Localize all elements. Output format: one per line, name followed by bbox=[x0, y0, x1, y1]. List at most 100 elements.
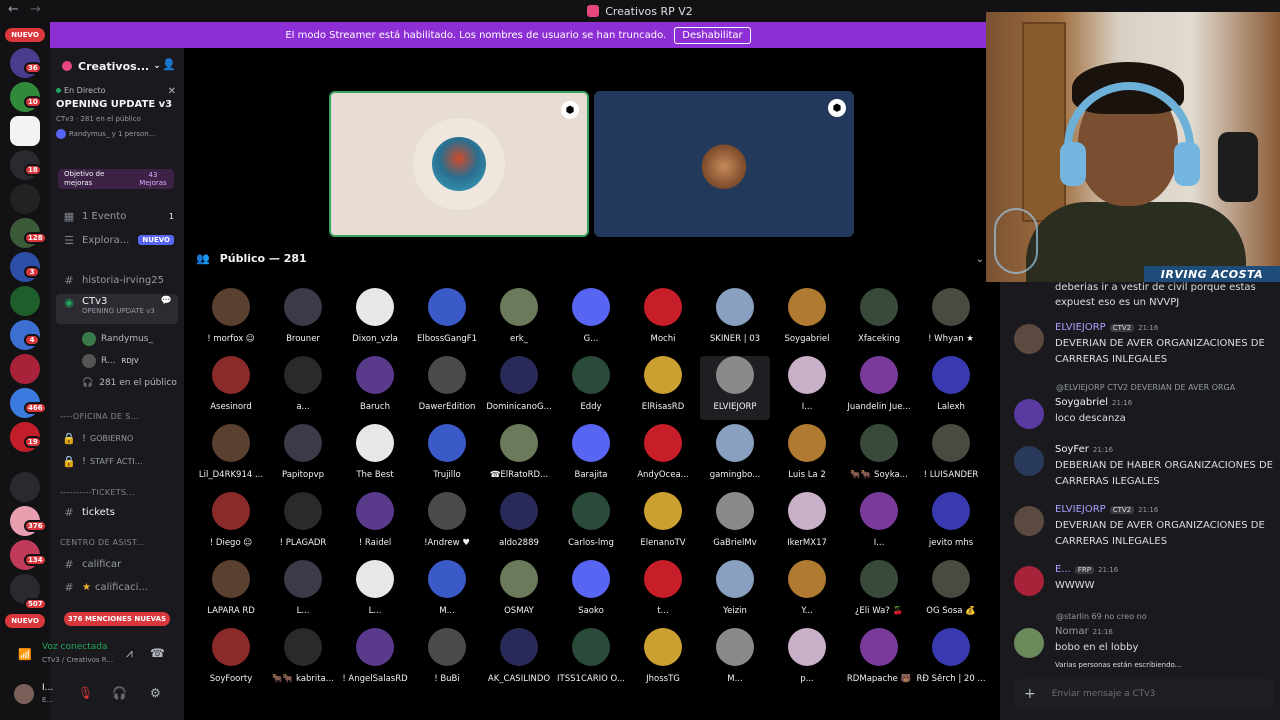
audience-member[interactable]: Dixon_vzla bbox=[340, 288, 410, 352]
audience-member[interactable]: a... bbox=[268, 356, 338, 420]
audience-member[interactable]: ! morfox ☺ bbox=[196, 288, 266, 352]
avatar[interactable] bbox=[1014, 506, 1044, 536]
avatar[interactable] bbox=[1014, 324, 1044, 354]
audience-member[interactable]: Trujillo bbox=[412, 424, 482, 488]
add-user-icon[interactable]: 👤 bbox=[162, 58, 176, 71]
author-name[interactable]: E... bbox=[1055, 564, 1071, 575]
audience-member[interactable]: p... bbox=[772, 628, 842, 692]
avatar[interactable] bbox=[1014, 446, 1044, 476]
author-name[interactable]: Soygabriel bbox=[1055, 397, 1108, 408]
live-event-card[interactable]: En Directo OPENING UPDATE v3 CTv3 · 281 … bbox=[56, 86, 178, 154]
avatar[interactable] bbox=[1014, 566, 1044, 596]
avatar[interactable] bbox=[1014, 628, 1044, 658]
audience-member[interactable]: Lil_D4RK914 ... bbox=[196, 424, 266, 488]
audience-member[interactable]: AndyOcea... bbox=[628, 424, 698, 488]
boost-goal[interactable]: Objetivo de mejoras 43 Mejoras bbox=[58, 169, 174, 189]
headset-icon[interactable]: 🎧 bbox=[112, 686, 127, 700]
server-icon-13[interactable] bbox=[10, 472, 40, 502]
channel-events[interactable]: ▦ 1 Evento 1 bbox=[50, 206, 184, 226]
stage-user-1[interactable]: Randymus_ bbox=[82, 332, 153, 346]
audience-member[interactable]: Papitopvp bbox=[268, 424, 338, 488]
disable-streamer-button[interactable]: Deshabilitar bbox=[674, 26, 751, 44]
chat-input[interactable]: + Enviar mensaje a CTv3 bbox=[1014, 679, 1274, 709]
server-icon-8[interactable] bbox=[10, 286, 40, 316]
mic-muted-icon[interactable]: 🎙 bbox=[78, 686, 93, 700]
chat-bubble-icon[interactable]: 💬 bbox=[161, 296, 172, 306]
audience-member[interactable]: !Andrew ♥ bbox=[412, 492, 482, 556]
audience-member[interactable]: Xfaceking bbox=[844, 288, 914, 352]
audience-member[interactable]: DawerEdition bbox=[412, 356, 482, 420]
channel-historia[interactable]: # historia-irving25 bbox=[50, 270, 184, 290]
audience-member[interactable]: OSMAY bbox=[484, 560, 554, 624]
audience-member[interactable]: SKINER | 03 bbox=[700, 288, 770, 352]
category-centro[interactable]: CENTRO DE ASIST... bbox=[60, 538, 145, 547]
audience-member[interactable]: M... bbox=[412, 560, 482, 624]
disconnect-icon[interactable]: ☎ bbox=[150, 646, 165, 660]
audience-member[interactable]: 🐂🐂 kabrita... bbox=[268, 628, 338, 692]
audience-member[interactable]: ! Whyan ★ bbox=[916, 288, 986, 352]
audience-member[interactable]: The Best bbox=[340, 424, 410, 488]
avatar[interactable] bbox=[14, 684, 34, 704]
audience-member[interactable]: Lalexh bbox=[916, 356, 986, 420]
audience-member[interactable]: ! AngelSalasRD bbox=[340, 628, 410, 692]
audience-member[interactable]: t... bbox=[628, 560, 698, 624]
audience-member[interactable]: Asesinord bbox=[196, 356, 266, 420]
audience-member[interactable]: DominicanoG... bbox=[484, 356, 554, 420]
audience-member[interactable]: Y... bbox=[772, 560, 842, 624]
author-name[interactable]: Nomar bbox=[1055, 626, 1089, 637]
audience-member[interactable]: ! Raidel bbox=[340, 492, 410, 556]
audience-member[interactable]: GaBrielMv bbox=[700, 492, 770, 556]
avatar[interactable] bbox=[1014, 399, 1044, 429]
chevron-down-icon[interactable]: ⌄ bbox=[976, 254, 984, 265]
audience-member[interactable]: erk_ bbox=[484, 288, 554, 352]
channel-tickets[interactable]: # tickets bbox=[50, 502, 184, 522]
audience-member[interactable]: ¿Eli Wa? 🍒 bbox=[844, 560, 914, 624]
audience-member[interactable]: ! PLAGADR bbox=[268, 492, 338, 556]
audience-member[interactable]: gamingbo... bbox=[700, 424, 770, 488]
audience-member[interactable]: Carlos-lmg bbox=[556, 492, 626, 556]
server-icon-10[interactable] bbox=[10, 354, 40, 384]
channel-ctv3[interactable]: ◉ CTv3 OPENING UPDATE v3 💬 bbox=[56, 294, 178, 324]
audience-member[interactable]: ElenanoTV bbox=[628, 492, 698, 556]
plus-icon[interactable]: + bbox=[1024, 686, 1036, 702]
audience-member[interactable]: aldo2889 bbox=[484, 492, 554, 556]
audience-count-row[interactable]: 🎧 281 en el público bbox=[82, 378, 177, 388]
stage-user-2[interactable]: R... RDJV bbox=[82, 354, 139, 368]
audience-member[interactable]: M... bbox=[700, 628, 770, 692]
forward-arrow-icon[interactable]: → bbox=[30, 2, 41, 17]
channel-calificar[interactable]: # calificar bbox=[50, 554, 184, 574]
speaker-tile-2[interactable]: ⬢ bbox=[594, 91, 854, 237]
noise-suppression-icon[interactable]: ⩘ bbox=[126, 646, 133, 661]
audience-member[interactable]: Eddy bbox=[556, 356, 626, 420]
back-arrow-icon[interactable]: ← bbox=[8, 2, 19, 17]
audience-member[interactable]: I... bbox=[772, 356, 842, 420]
audience-member[interactable]: ElbossGangF1 bbox=[412, 288, 482, 352]
audience-member[interactable]: ! BuBi bbox=[412, 628, 482, 692]
gear-icon[interactable]: ⚙ bbox=[150, 686, 161, 700]
new-mentions-badge[interactable]: 376 MENCIONES NUEVAS bbox=[64, 612, 170, 626]
audience-member[interactable]: ! LUISANDER bbox=[916, 424, 986, 488]
author-name[interactable]: ELVIEJORP bbox=[1055, 322, 1106, 333]
audience-member[interactable]: ☎ElRatoRD... bbox=[484, 424, 554, 488]
audience-member[interactable]: Soygabriel bbox=[772, 288, 842, 352]
category-oficina[interactable]: ----OFICINA DE S... bbox=[60, 412, 139, 421]
audience-member[interactable]: L... bbox=[268, 560, 338, 624]
audience-member[interactable]: JhossTG bbox=[628, 628, 698, 692]
reply-preview[interactable]: @starlin 69 no creo no bbox=[1056, 612, 1147, 621]
audience-member[interactable]: Luis La 2 bbox=[772, 424, 842, 488]
close-icon[interactable]: ✕ bbox=[168, 86, 176, 97]
audience-member[interactable]: G... bbox=[556, 288, 626, 352]
audience-member[interactable]: I... bbox=[844, 492, 914, 556]
audience-member[interactable]: Barajita bbox=[556, 424, 626, 488]
audience-member[interactable]: LAPARA RD bbox=[196, 560, 266, 624]
audience-member[interactable]: RĐ Šěrch | 20 ... bbox=[916, 628, 986, 692]
channel-gobierno[interactable]: 🔒! GOBIERNO bbox=[50, 428, 184, 448]
speaker-tile-1[interactable]: ⬢ bbox=[329, 91, 589, 237]
audience-member[interactable]: ElRisasRD bbox=[628, 356, 698, 420]
server-header[interactable]: Creativos... ⌄ 👤 bbox=[50, 48, 184, 84]
audience-member[interactable]: ITSS1CARIO O... bbox=[556, 628, 626, 692]
audience-member[interactable]: Brouner bbox=[268, 288, 338, 352]
author-name[interactable]: SoyFer bbox=[1055, 444, 1089, 455]
audience-member[interactable]: Juandelin Jue... bbox=[844, 356, 914, 420]
channel-explore[interactable]: ☰ Explora... NUEVO bbox=[50, 230, 184, 250]
